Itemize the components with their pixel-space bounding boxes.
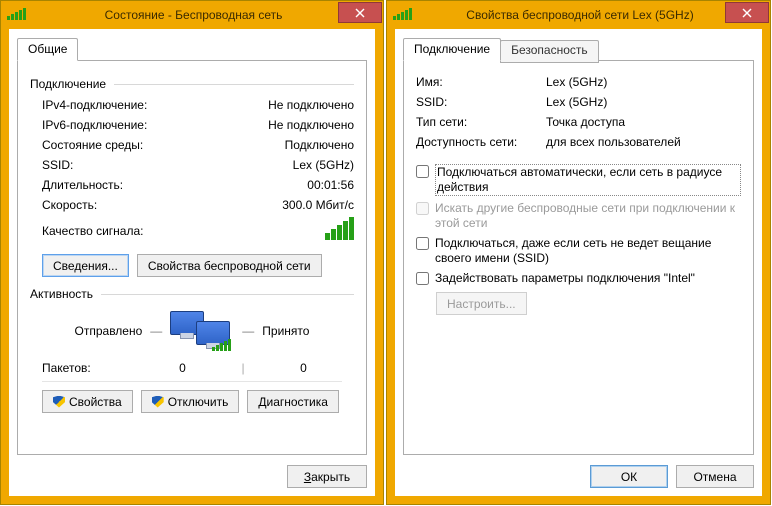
activity-diagram: Отправлено — — Принято (30, 311, 354, 351)
name-value: Lex (5GHz) (546, 75, 741, 89)
details-button[interactable]: Сведения... (42, 254, 129, 277)
close-icon (355, 8, 365, 18)
availability-label: Доступность сети: (416, 135, 546, 149)
titlebar[interactable]: Состояние - Беспроводная сеть (1, 1, 383, 29)
shield-icon (152, 396, 164, 408)
close-button[interactable] (725, 2, 769, 23)
group-connection: Подключение (30, 77, 354, 91)
signal-icon (7, 8, 26, 23)
diagnostics-button[interactable]: Диагностика (247, 390, 339, 413)
row-media: Состояние среды:Подключено (30, 135, 354, 155)
packets-received: 0 (253, 361, 354, 375)
group-activity: Активность (30, 287, 354, 301)
row-signal-quality: Качество сигнала: (30, 215, 354, 246)
tab-security[interactable]: Безопасность (500, 40, 599, 63)
close-button[interactable] (338, 2, 382, 23)
availability-value: для всех пользователей (546, 135, 741, 149)
checkbox-input (416, 202, 429, 215)
footer: ОК Отмена (395, 455, 762, 496)
configure-button: Настроить... (436, 292, 527, 315)
client-area: Общие Подключение IPv4-подключение:Не по… (9, 29, 375, 496)
close-icon (742, 8, 752, 18)
ok-button[interactable]: ОК (590, 465, 668, 488)
signal-icon (393, 8, 412, 23)
checkbox-connect-hidden[interactable]: Подключаться, даже если сеть не ведет ве… (416, 236, 741, 266)
shield-icon (53, 396, 65, 408)
wireless-properties-button[interactable]: Свойства беспроводной сети (137, 254, 322, 277)
disconnect-button[interactable]: Отключить (141, 390, 240, 413)
properties-window: Свойства беспроводной сети Lex (5GHz) По… (386, 0, 771, 505)
type-value: Точка доступа (546, 115, 741, 129)
packets-label: Пакетов: (42, 361, 132, 375)
client-area: Подключение Безопасность Имя: Lex (5GHz)… (395, 29, 762, 496)
signal-bars-icon (325, 217, 354, 240)
tab-body: Подключение IPv4-подключение:Не подключе… (17, 60, 367, 455)
name-label: Имя: (416, 75, 546, 89)
checkbox-input[interactable] (416, 237, 429, 250)
tab-connection[interactable]: Подключение (403, 38, 501, 61)
tabs: Общие (17, 38, 375, 61)
received-label: Принято (262, 324, 309, 338)
window-title: Состояние - Беспроводная сеть (34, 8, 383, 22)
status-window: Состояние - Беспроводная сеть Общие Подк… (0, 0, 384, 505)
properties-button[interactable]: Свойства (42, 390, 133, 413)
checkbox-search-other: Искать другие беспроводные сети при подк… (416, 201, 741, 231)
footer: Закрыть (9, 455, 375, 496)
row-ssid: SSID:Lex (5GHz) (30, 155, 354, 175)
row-duration: Длительность:00:01:56 (30, 175, 354, 195)
row-speed: Скорость:300.0 Мбит/с (30, 195, 354, 215)
row-ipv6: IPv6-подключение:Не подключено (30, 115, 354, 135)
tabs: Подключение Безопасность (403, 38, 762, 61)
ssid-label: SSID: (416, 95, 546, 109)
tab-body: Имя: Lex (5GHz) SSID: Lex (5GHz) Тип сет… (403, 60, 754, 455)
close-window-button[interactable]: Закрыть (287, 465, 367, 488)
packets-sent: 0 (132, 361, 233, 375)
monitors-icon (170, 311, 234, 351)
titlebar[interactable]: Свойства беспроводной сети Lex (5GHz) (387, 1, 770, 29)
checkbox-auto-connect[interactable]: Подключаться автоматически, если сеть в … (416, 164, 741, 196)
sent-label: Отправлено (75, 324, 143, 338)
checkbox-intel-params[interactable]: Задействовать параметры подключения "Int… (416, 271, 741, 286)
property-list: Имя: Lex (5GHz) SSID: Lex (5GHz) Тип сет… (416, 71, 741, 159)
cancel-button[interactable]: Отмена (676, 465, 754, 488)
checkbox-input[interactable] (416, 165, 429, 178)
tab-general[interactable]: Общие (17, 38, 78, 61)
checkbox-input[interactable] (416, 272, 429, 285)
window-title: Свойства беспроводной сети Lex (5GHz) (420, 8, 770, 22)
type-label: Тип сети: (416, 115, 546, 129)
row-ipv4: IPv4-подключение:Не подключено (30, 95, 354, 115)
ssid-value: Lex (5GHz) (546, 95, 741, 109)
